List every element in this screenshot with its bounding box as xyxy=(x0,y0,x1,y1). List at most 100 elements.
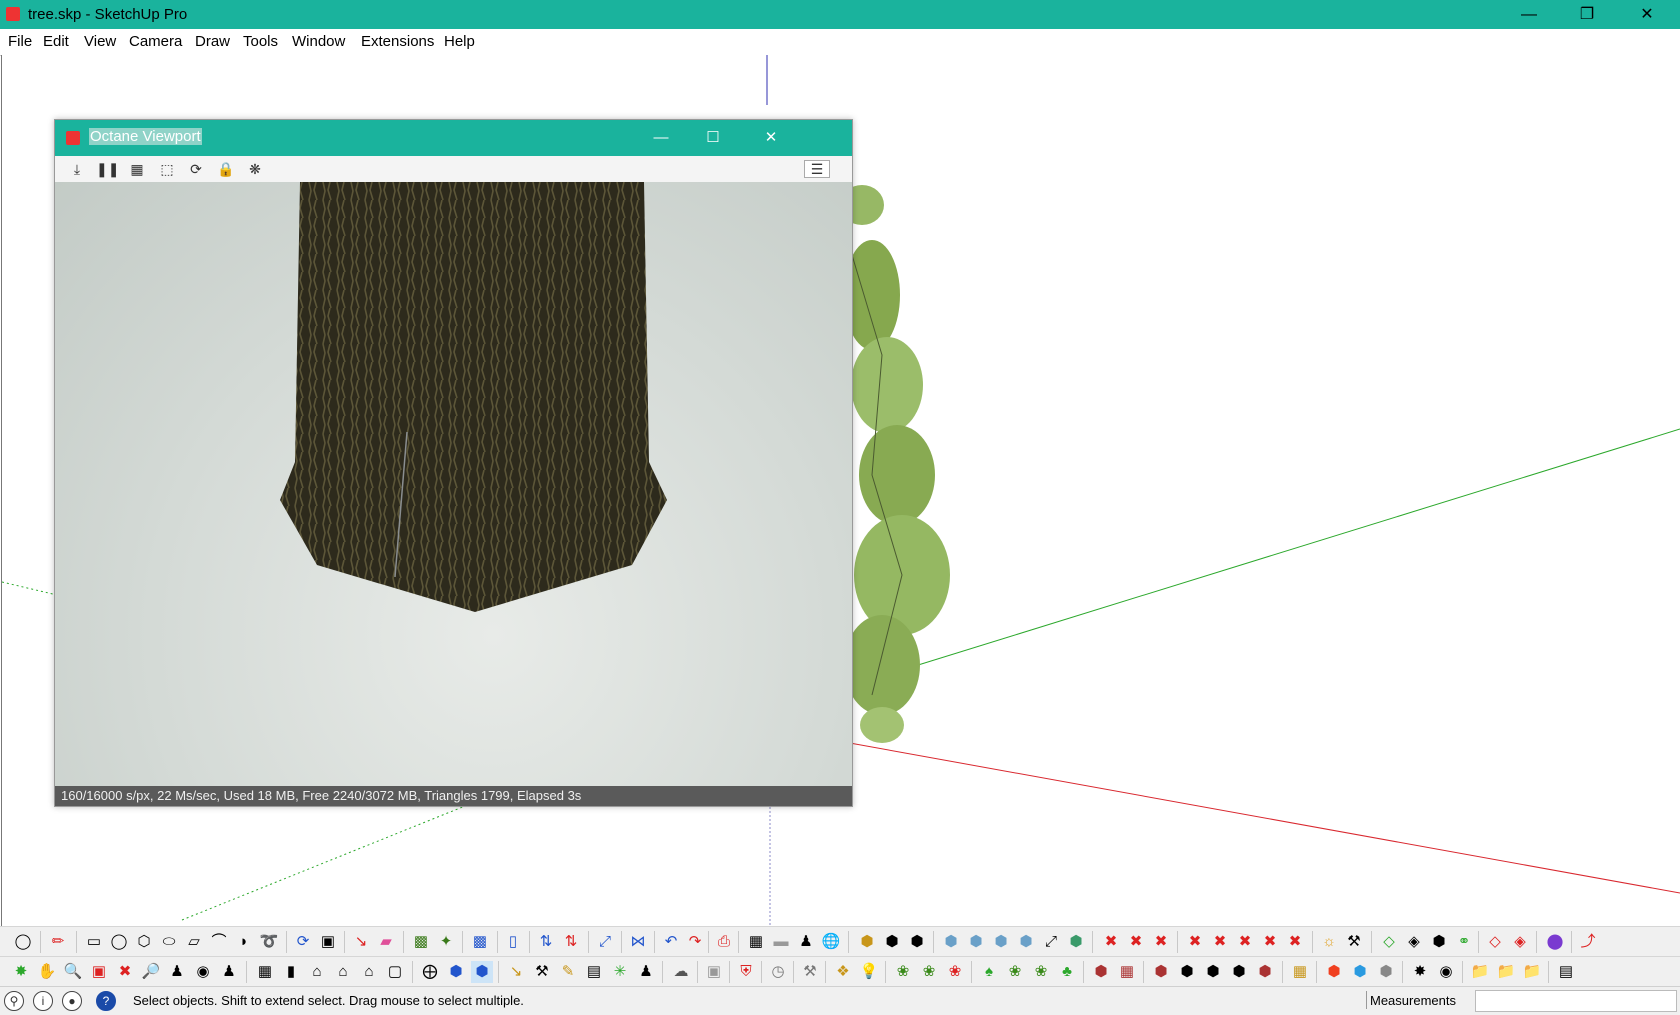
solid-trim-icon[interactable]: ⬢ xyxy=(1228,961,1250,983)
region-select-icon[interactable]: ⬚ xyxy=(156,159,178,179)
right-view-icon[interactable]: ⬢ xyxy=(1015,931,1037,953)
grass-icon[interactable]: ❀ xyxy=(918,961,940,983)
iso-view-icon[interactable]: ⬢ xyxy=(940,931,962,953)
globe-icon[interactable]: 🌐 xyxy=(820,931,842,953)
layout-icon[interactable]: ▣ xyxy=(703,961,725,983)
walk-icon[interactable]: ♟ xyxy=(218,961,240,983)
octane-viewport-window[interactable]: Octane Viewport — ☐ ✕ ⤓ ❚❚ ▦ ⬚ ⟳ 🔒 ❋ ☰ 1… xyxy=(54,119,853,807)
rectangle-icon[interactable]: ▭ xyxy=(83,931,105,953)
folder-export-icon[interactable]: 📁 xyxy=(1495,961,1517,983)
style-back-edges-icon[interactable]: ✖ xyxy=(1259,931,1281,953)
paste-icon[interactable]: ⎙ xyxy=(713,931,735,953)
credits-icon[interactable]: i xyxy=(33,991,53,1011)
octane-orb-icon[interactable]: ⬤ xyxy=(1544,931,1566,953)
materials-icon[interactable]: ❖ xyxy=(832,961,854,983)
hamburger-menu-icon[interactable]: ☰ xyxy=(804,160,830,178)
polygon-icon[interactable]: ⬡ xyxy=(133,931,155,953)
octane-maximize-button[interactable]: ☐ xyxy=(685,120,741,156)
minimize-button[interactable]: — xyxy=(1500,0,1558,29)
plant-icon[interactable]: ❀ xyxy=(892,961,914,983)
menu-extensions[interactable]: Extensions xyxy=(361,33,434,50)
aperture-icon[interactable]: ❋ xyxy=(244,159,266,179)
menu-view[interactable]: View xyxy=(84,33,116,50)
zoom-extents-icon[interactable]: ✖ xyxy=(114,961,136,983)
shrub-icon[interactable]: ❀ xyxy=(1030,961,1052,983)
pie-icon[interactable]: ◗ xyxy=(233,931,255,953)
pause-icon[interactable]: ❚❚ xyxy=(96,159,119,179)
look-around-icon[interactable]: ◉ xyxy=(192,961,214,983)
refresh-icon[interactable]: ⟳ xyxy=(185,159,207,179)
octane-minimize-button[interactable]: — xyxy=(633,120,689,156)
folder-import-icon[interactable]: 📁 xyxy=(1521,961,1543,983)
save-render-icon[interactable]: ⤓ xyxy=(66,159,88,179)
style-x-ray-icon[interactable]: ✖ xyxy=(1100,931,1122,953)
panel-icon[interactable]: ▤ xyxy=(1555,961,1577,983)
checker-grid-icon[interactable]: ▦ xyxy=(126,159,148,179)
scale-icon[interactable]: ⤢ xyxy=(594,931,616,953)
component-icon[interactable]: ⬢ xyxy=(856,931,878,953)
redo-icon[interactable]: ↷ xyxy=(684,931,706,953)
help-icon[interactable]: ? xyxy=(96,991,116,1011)
top-view-icon[interactable]: ⬢ xyxy=(965,931,987,953)
tape-icon[interactable]: ↘ xyxy=(505,961,527,983)
light-bulb-icon[interactable]: 💡 xyxy=(858,961,880,983)
menu-tools[interactable]: Tools xyxy=(243,33,278,50)
grey-cube-icon[interactable]: ⬢ xyxy=(1375,961,1397,983)
scene-icon[interactable]: ▦ xyxy=(1289,961,1311,983)
dimension-icon[interactable]: ⬢ xyxy=(445,961,467,983)
menu-camera[interactable]: Camera xyxy=(129,33,182,50)
style-wireframe-icon[interactable]: ✖ xyxy=(1125,931,1147,953)
menu-help[interactable]: Help xyxy=(444,33,475,50)
grass-2-icon[interactable]: ❀ xyxy=(1004,961,1026,983)
stamp-icon[interactable]: ✦ xyxy=(435,931,457,953)
3d-text-icon[interactable]: ♟ xyxy=(635,961,657,983)
guide-icon[interactable]: ⚒ xyxy=(531,961,553,983)
freehand-icon[interactable]: ➰ xyxy=(258,931,280,953)
text-label-icon[interactable]: ▬ xyxy=(770,931,792,953)
parallelogram-icon[interactable]: ▱ xyxy=(183,931,205,953)
style-shaded-icon[interactable]: ✖ xyxy=(1184,931,1206,953)
section-red-icon[interactable]: ⬢ xyxy=(1090,961,1112,983)
axes-icon[interactable]: ⨁ xyxy=(419,961,441,983)
style-textured-icon[interactable]: ✖ xyxy=(1209,931,1231,953)
tools-icon[interactable]: ⚒ xyxy=(1343,931,1365,953)
protractor-icon[interactable]: ⬢ xyxy=(471,961,493,983)
eraser-icon[interactable]: ▰ xyxy=(375,931,397,953)
folder-icon[interactable]: 📁 xyxy=(1469,961,1491,983)
solid-subtract-icon[interactable]: ⬢ xyxy=(1176,961,1198,983)
solid-intersect-icon[interactable]: ⬢ xyxy=(1202,961,1224,983)
style-monochrome-icon[interactable]: ✖ xyxy=(1234,931,1256,953)
warehouse-icon[interactable]: ▦ xyxy=(254,961,276,983)
zoom-previous-icon[interactable]: 🔎 xyxy=(140,961,162,983)
push-pull-icon[interactable]: ▯ xyxy=(502,931,524,953)
wrench-icon[interactable]: ⚒ xyxy=(799,961,821,983)
octane-close-button[interactable]: ✕ xyxy=(743,120,799,156)
link-icon[interactable]: ⚭ xyxy=(1453,931,1475,953)
red-cube-icon[interactable]: ⬢ xyxy=(1323,961,1345,983)
diamond-green-icon[interactable]: ◇ xyxy=(1378,931,1400,953)
pan-icon[interactable]: ✋ xyxy=(36,961,58,983)
axes-tool-icon[interactable]: ✳ xyxy=(609,961,631,983)
red-arrow-icon[interactable]: ⤴ xyxy=(1577,931,1599,953)
offset-icon[interactable]: ▣ xyxy=(317,931,339,953)
style-extra-icon[interactable]: ✖ xyxy=(1284,931,1306,953)
clock-icon[interactable]: ◷ xyxy=(767,961,789,983)
undo-icon[interactable]: ↶ xyxy=(660,931,682,953)
menu-window[interactable]: Window xyxy=(292,33,345,50)
diamond-red-icon[interactable]: ◇ xyxy=(1484,931,1506,953)
pencil-icon[interactable]: ✏ xyxy=(47,931,69,953)
user-account-icon[interactable]: ● xyxy=(62,991,82,1011)
solid-split-icon[interactable]: ⬢ xyxy=(1254,961,1276,983)
house-3-icon[interactable]: ⌂ xyxy=(358,961,380,983)
back-view-icon[interactable]: ⤢ xyxy=(1040,931,1062,953)
sandbox-icon[interactable]: ▩ xyxy=(410,931,432,953)
sun-icon[interactable]: ☼ xyxy=(1318,931,1340,953)
model-viewport[interactable]: Octane Viewport — ☐ ✕ ⤓ ❚❚ ▦ ⬚ ⟳ 🔒 ❋ ☰ 1… xyxy=(1,55,1680,926)
figure-icon[interactable]: ♟ xyxy=(795,931,817,953)
diamond-dark-icon[interactable]: ◈ xyxy=(1403,931,1425,953)
house-icon[interactable]: ⌂ xyxy=(306,961,328,983)
ellipse-icon[interactable]: ⬭ xyxy=(158,931,180,953)
group-icon[interactable]: ⬢ xyxy=(881,931,903,953)
circle-icon[interactable]: ◯ xyxy=(108,931,130,953)
solid-union-icon[interactable]: ⬢ xyxy=(1150,961,1172,983)
